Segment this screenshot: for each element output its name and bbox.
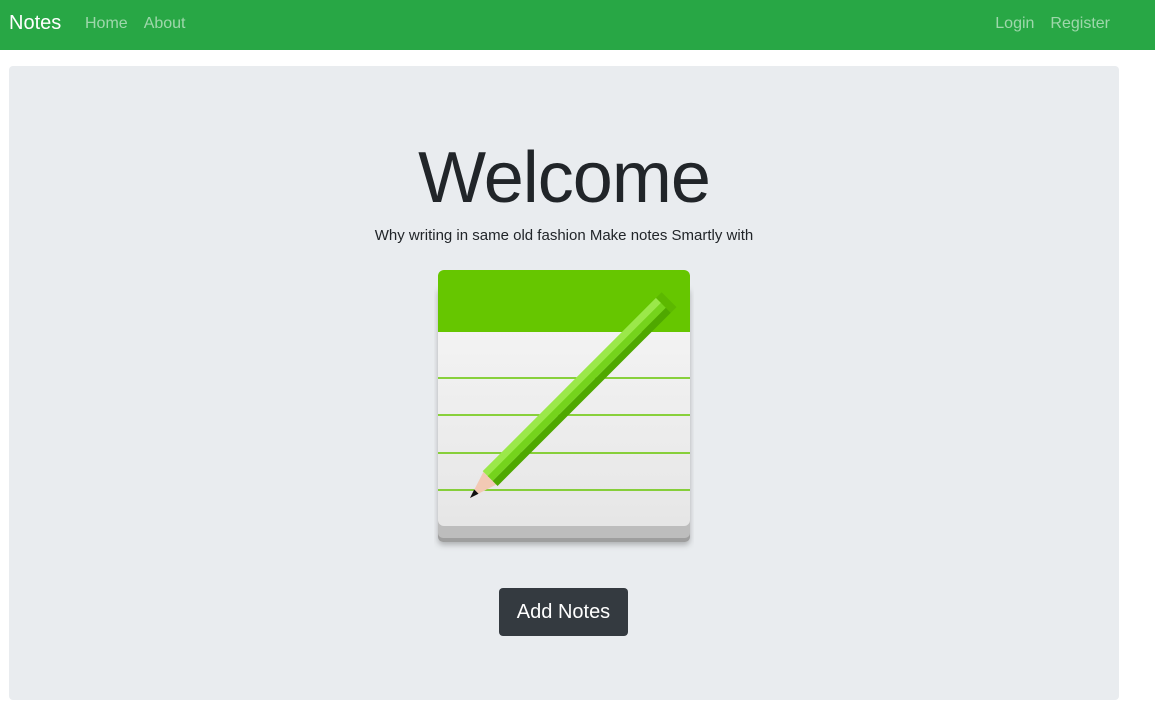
nav-left: Home About: [85, 14, 186, 34]
page-title: Welcome: [418, 138, 711, 218]
nav-login-link[interactable]: Login: [995, 14, 1034, 34]
brand-link[interactable]: Notes: [9, 11, 61, 35]
nav-home-link[interactable]: Home: [85, 14, 128, 34]
nav-register-link[interactable]: Register: [1050, 14, 1110, 34]
nav-right: Login Register: [995, 14, 1110, 34]
navbar: Notes Home About Login Register: [0, 0, 1155, 50]
notepad-pencil-icon: [438, 270, 690, 542]
add-notes-button[interactable]: Add Notes: [499, 588, 628, 636]
nav-about-link[interactable]: About: [144, 14, 186, 34]
hero-subtitle: Why writing in same old fashion Make not…: [374, 227, 754, 244]
hero-section: Welcome Why writing in same old fashion …: [9, 66, 1119, 700]
